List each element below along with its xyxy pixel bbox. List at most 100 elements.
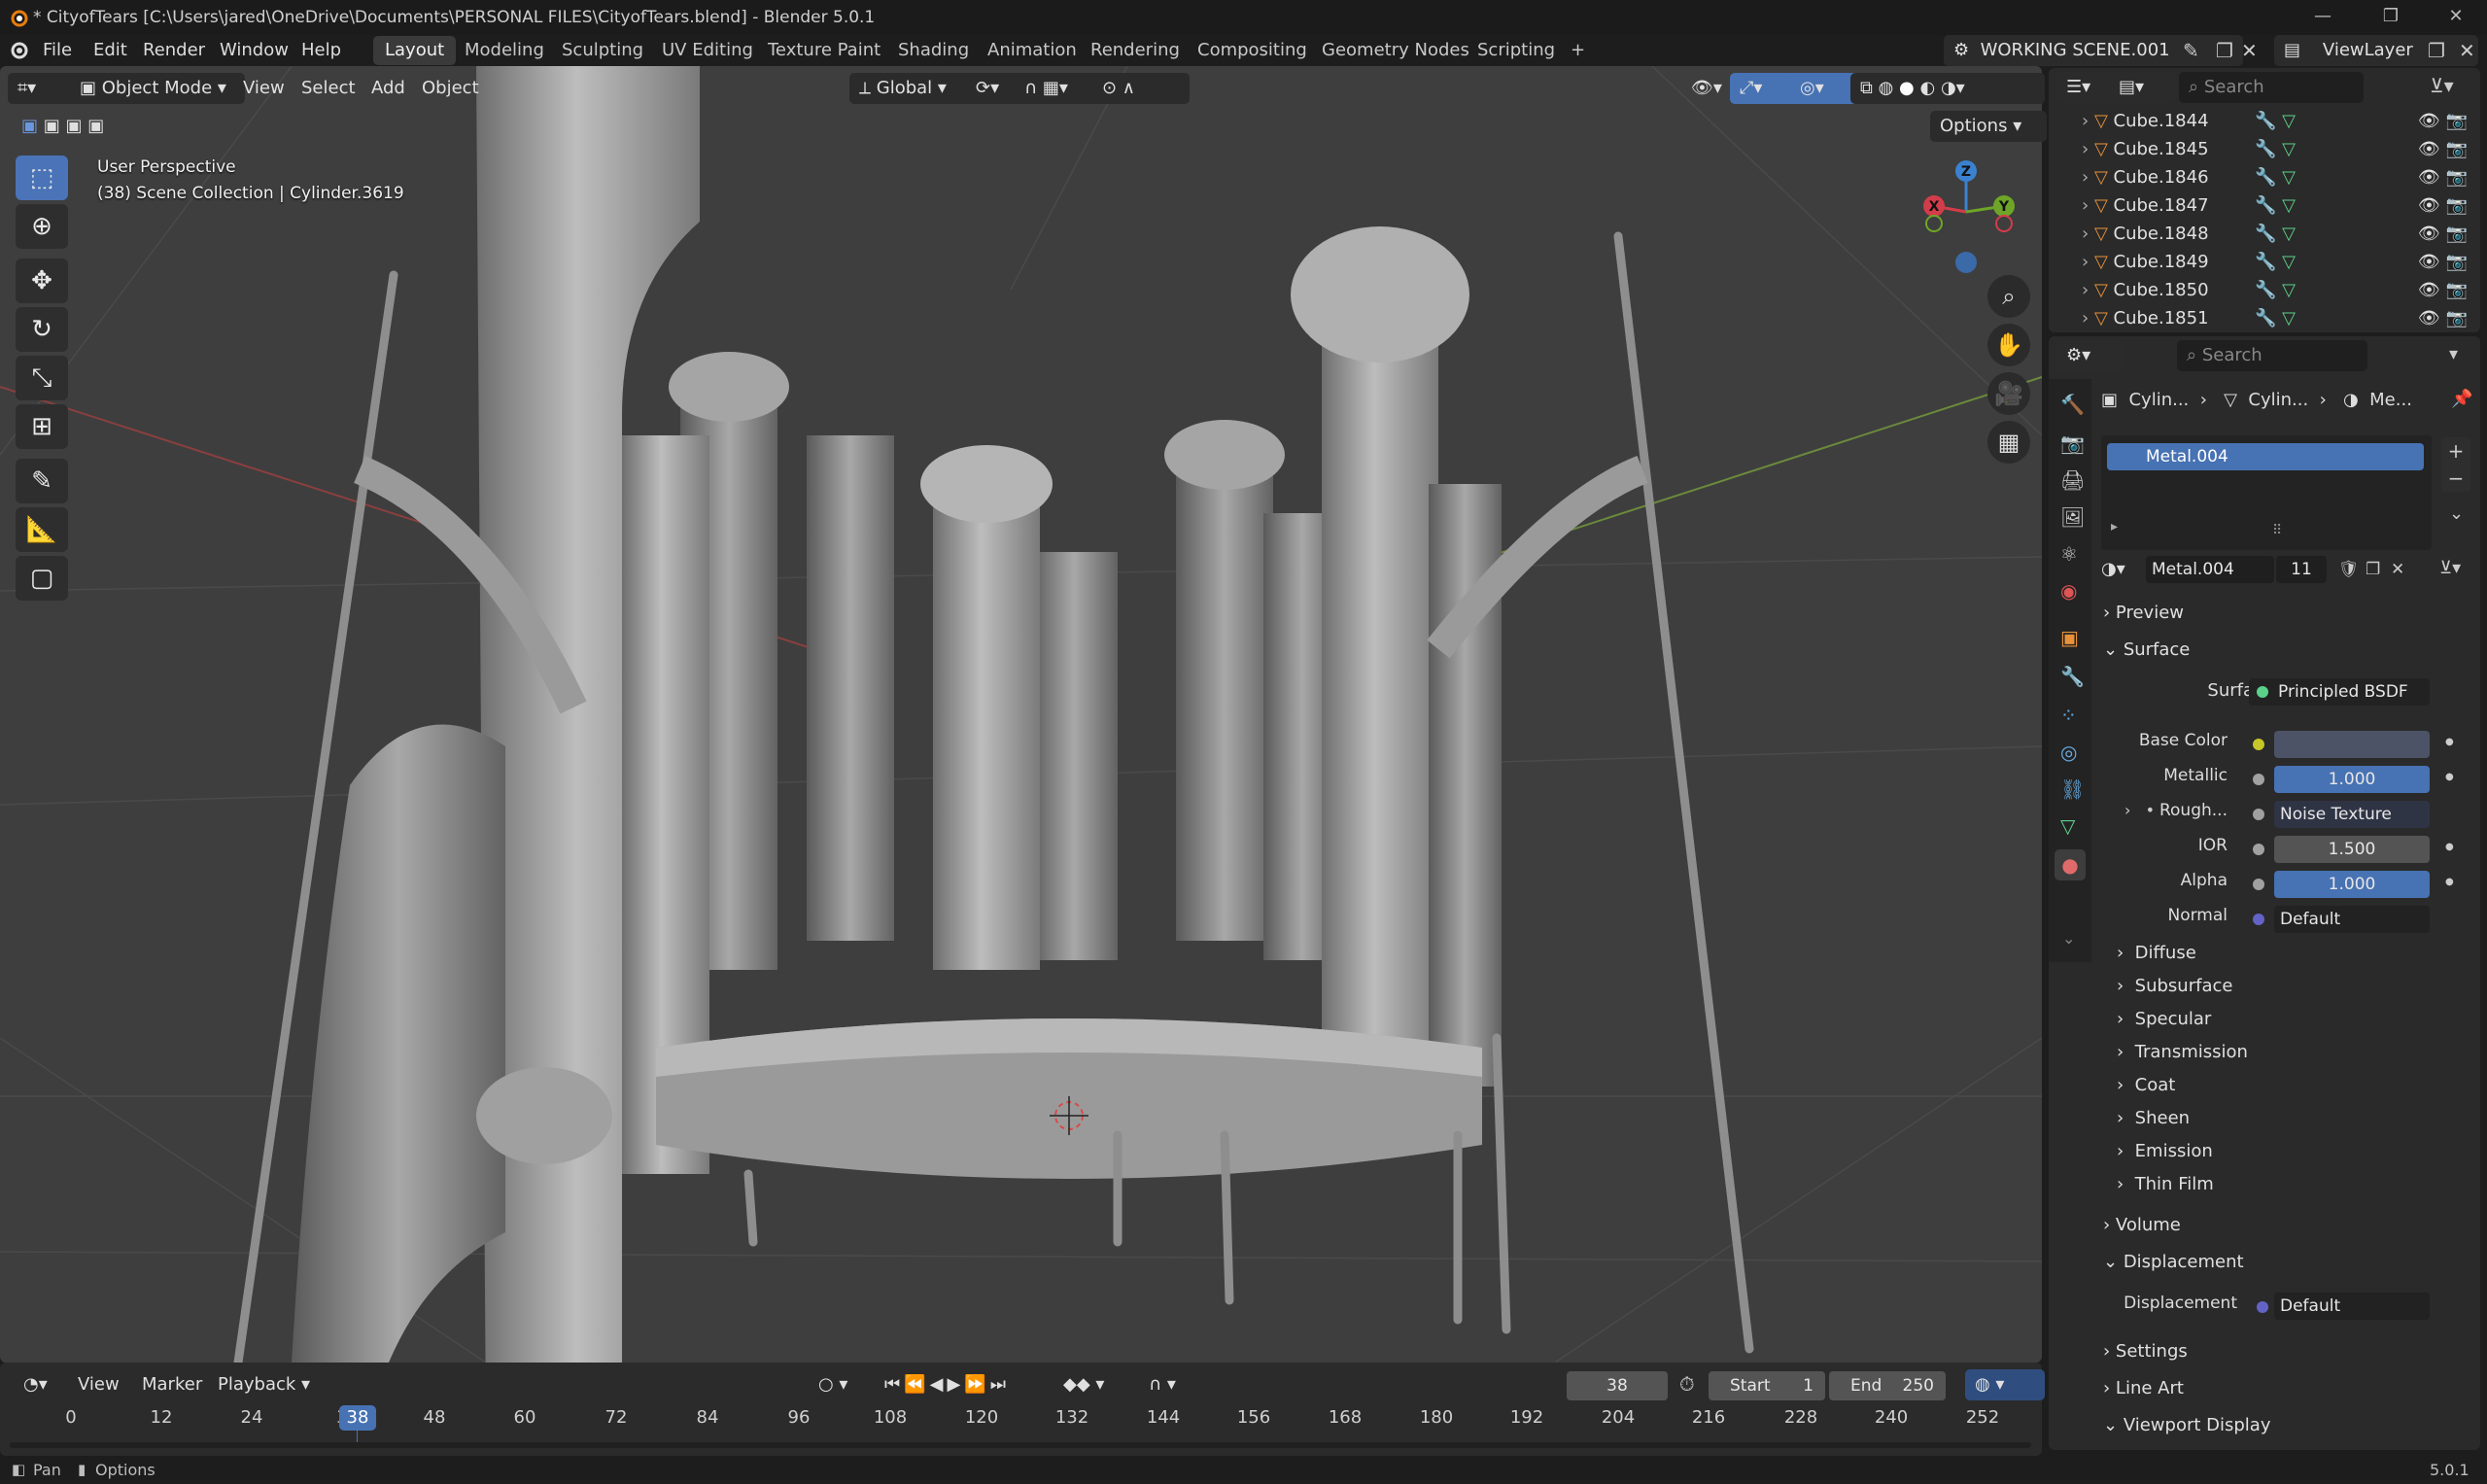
add-remove-slot-buttons[interactable]: + − — [2441, 437, 2470, 492]
current-frame-field[interactable]: 38 — [1567, 1371, 1668, 1400]
material-users-count[interactable]: 11 — [2276, 556, 2327, 583]
preview-section-header[interactable]: › Preview — [2103, 603, 2184, 623]
list-item[interactable]: › ▽ Cube.1846 🔧 ▽ 👁 📷 — [2049, 163, 2480, 191]
auto-keying-button[interactable]: ○ ▾ — [809, 1369, 857, 1400]
menu-window[interactable]: Window — [220, 35, 289, 66]
tab-layout[interactable]: Layout — [373, 36, 457, 65]
sphere-icon[interactable]: ◑▾ — [2101, 559, 2125, 579]
base-color-socket-icon[interactable] — [2253, 739, 2264, 750]
mode-selector[interactable]: ▣ Object Mode ▾ — [70, 73, 245, 104]
timeline-editor-type[interactable]: ◔▾ — [14, 1369, 57, 1400]
minimize-button[interactable]: — — [2289, 0, 2357, 35]
transform-tool-icon[interactable]: ⊞ — [16, 404, 68, 449]
material-shading-icon[interactable]: ◐ — [1920, 78, 1936, 98]
pan-hand-icon[interactable]: ✋ — [1987, 324, 2030, 366]
expand-icon[interactable]: ▸ — [2111, 519, 2118, 535]
normal-field[interactable]: Default — [2274, 906, 2430, 933]
displacement-field[interactable]: Default — [2274, 1293, 2430, 1320]
tab-scripting[interactable]: Scripting — [1466, 36, 1567, 65]
subpanel-diffuse[interactable]: › Diffuse — [2117, 943, 2196, 963]
subpanel-subsurface[interactable]: › Subsurface — [2117, 976, 2232, 996]
keyframe-dot-icon[interactable]: ● — [2445, 772, 2454, 782]
resize-handle[interactable]: ⠿ — [2272, 523, 2282, 538]
3d-viewport[interactable] — [0, 66, 2042, 1363]
unlink-icon[interactable]: ✕ — [2391, 554, 2404, 585]
particles-properties-icon[interactable]: ⁘ — [2060, 704, 2077, 727]
timeline-scrollbar[interactable] — [10, 1442, 2031, 1448]
new-view-layer-icon[interactable]: ❐ — [2428, 39, 2445, 62]
material-properties-icon[interactable]: ● — [2055, 849, 2086, 880]
viewport-menu-select[interactable]: Select — [292, 73, 365, 104]
metallic-socket-icon[interactable] — [2253, 774, 2264, 785]
subpanel-thin-film[interactable]: › Thin Film — [2117, 1174, 2214, 1194]
viewport-menu-object[interactable]: Object — [412, 73, 489, 104]
close-window-button[interactable]: ✕ — [2422, 0, 2487, 35]
menu-file[interactable]: File — [43, 35, 72, 66]
blender-menu-icon[interactable] — [8, 41, 31, 60]
settings-section-header[interactable]: › Settings — [2103, 1341, 2188, 1362]
city-model[interactable] — [233, 66, 1754, 1363]
keyframe-dot-icon[interactable]: ● — [2445, 877, 2454, 887]
filter-icon[interactable]: ⊻▾ — [2430, 74, 2454, 97]
viewport-scene[interactable] — [0, 66, 2042, 1363]
solid-shading-icon[interactable]: ● — [1899, 78, 1915, 98]
proportional-edit-button[interactable]: ⊙ ∧ — [1092, 73, 1190, 104]
timeline-menu-view[interactable]: View — [68, 1369, 129, 1400]
tab-uv-editing[interactable]: UV Editing — [650, 36, 765, 65]
metallic-slider[interactable]: 1.000 — [2274, 766, 2430, 793]
base-color-swatch[interactable] — [2274, 731, 2430, 758]
material-name-field[interactable]: Metal.004 — [2146, 556, 2274, 583]
tab-sculpting[interactable]: Sculpting — [550, 36, 655, 65]
rendered-shading-icon[interactable]: ◑ — [1941, 78, 1956, 98]
alpha-socket-icon[interactable] — [2253, 879, 2264, 890]
volume-section-header[interactable]: › Volume — [2103, 1215, 2181, 1235]
sync-mode-button[interactable]: ◍ ▾ — [1965, 1369, 2045, 1400]
properties-editor-type[interactable]: ⚙▾ — [2056, 340, 2124, 371]
timeline-menu-marker[interactable]: Marker — [132, 1369, 212, 1400]
material-slot-list[interactable]: Metal.004 ▸ ⠿ — [2101, 435, 2432, 550]
zoom-icon[interactable]: ⌕ — [1987, 275, 2030, 318]
view-layer-selector[interactable]: ▤ ViewLayer — [2274, 35, 2478, 66]
select-new-icon[interactable]: ▣ — [21, 116, 38, 136]
select-invert-icon[interactable]: ▣ — [87, 116, 104, 136]
roughness-node-field[interactable]: Noise Texture — [2274, 801, 2430, 828]
tab-modeling[interactable]: Modeling — [453, 36, 556, 65]
subpanel-sheen[interactable]: › Sheen — [2117, 1108, 2190, 1128]
menu-help[interactable]: Help — [301, 35, 341, 66]
render-properties-icon[interactable]: 📷 — [2060, 431, 2085, 455]
viewport-options-button[interactable]: Options ▾ — [1930, 111, 2047, 142]
delete-view-layer-icon[interactable]: ✕ — [2459, 39, 2475, 62]
navigation-gizmo[interactable]: Z X Y — [1913, 155, 2020, 282]
delete-scene-icon[interactable]: ✕ — [2241, 39, 2258, 62]
viewport-menu-view[interactable]: View — [233, 73, 294, 104]
xray-icon[interactable]: ⧉ — [1860, 78, 1873, 98]
keyframe-dot-icon[interactable]: ● — [2445, 737, 2454, 747]
tab-shading[interactable]: Shading — [886, 36, 981, 65]
roughness-socket-icon[interactable] — [2253, 809, 2264, 820]
next-keyframe-icon[interactable]: ⏩ — [964, 1374, 989, 1395]
data-properties-icon[interactable]: ▽ — [2060, 814, 2075, 838]
rotate-tool-icon[interactable]: ↻ — [16, 307, 68, 352]
output-properties-icon[interactable]: 🖨 — [2060, 468, 2085, 492]
add-cube-tool-icon[interactable]: ▢ — [16, 556, 68, 601]
add-workspace-button[interactable]: + — [1559, 36, 1597, 65]
world-properties-icon[interactable]: ◉ — [2060, 579, 2077, 603]
list-item[interactable]: › ▽ Cube.1851 🔧 ▽ 👁 📷 — [2049, 304, 2480, 332]
cursor-tool-icon[interactable]: ⊕ — [16, 204, 68, 249]
tab-rendering[interactable]: Rendering — [1079, 36, 1192, 65]
list-item[interactable]: › ▽ Cube.1844 🔧 ▽ 👁 📷 — [2049, 107, 2480, 135]
tab-texture-paint[interactable]: Texture Paint — [756, 36, 892, 65]
subpanel-specular[interactable]: › Specular — [2117, 1009, 2211, 1029]
subpanel-coat[interactable]: › Coat — [2117, 1075, 2175, 1095]
select-box-tool-icon[interactable]: ⬚ — [16, 155, 68, 200]
snap-button[interactable]: ∩ ▦▾ — [1015, 73, 1104, 104]
camera-view-icon[interactable]: 🎥 — [1987, 372, 2030, 415]
material-slot-item[interactable]: Metal.004 — [2107, 443, 2424, 470]
list-item[interactable]: › ▽ Cube.1849 🔧 ▽ 👁 📷 — [2049, 248, 2480, 276]
maximize-button[interactable]: ❐ — [2357, 0, 2425, 35]
display-mode-button[interactable]: ▤▾ — [2109, 72, 2177, 103]
stopwatch-icon[interactable]: ⏱ — [1679, 1372, 1695, 1396]
shading-buttons[interactable]: ⧉ ◍ ● ◐ ◑▾ — [1850, 73, 2045, 104]
keyframe-dot-icon[interactable]: ● — [2445, 842, 2454, 852]
playhead-frame-indicator[interactable]: 38 — [339, 1405, 376, 1431]
